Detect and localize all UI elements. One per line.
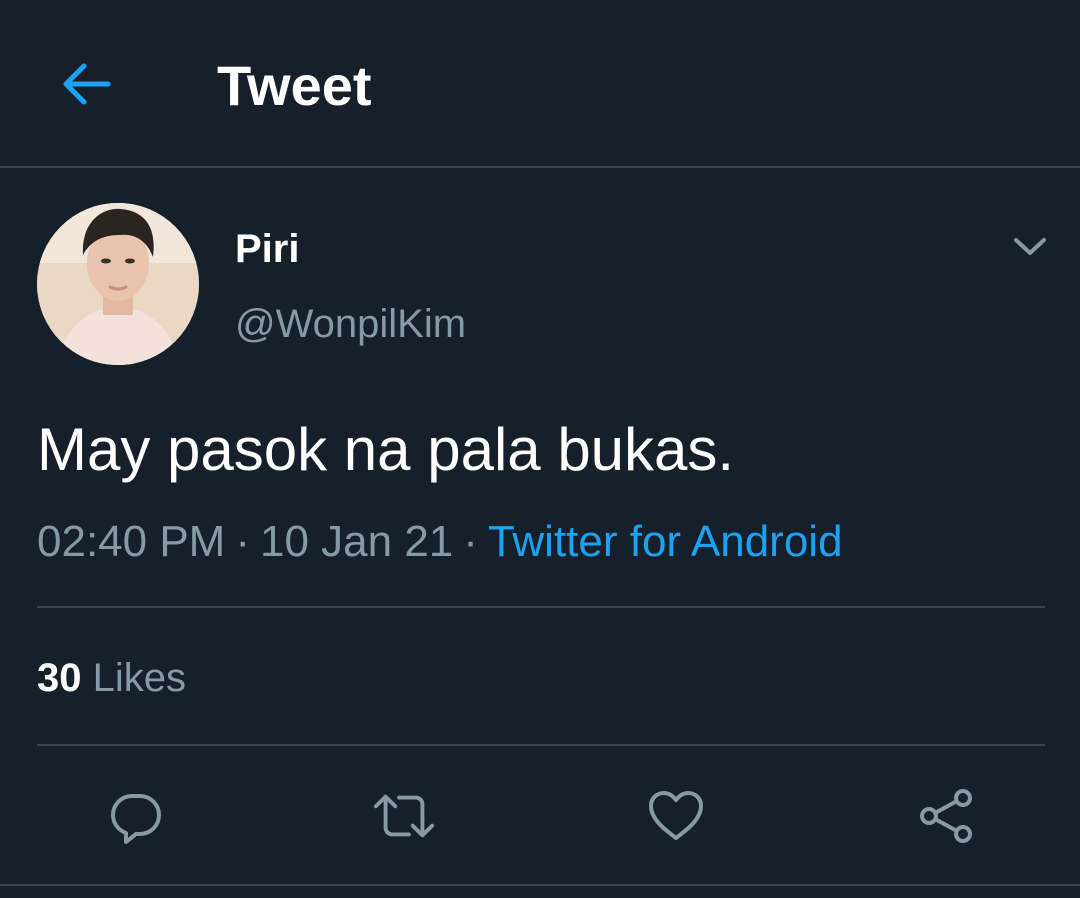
retweet-button[interactable] [372, 784, 436, 848]
tweet-detail-screen: Tweet Piri @WonpilKim May pasok na pala … [0, 0, 1080, 898]
avatar[interactable] [37, 203, 199, 365]
tweet-date: 10 Jan 21 [260, 517, 454, 566]
share-icon [920, 789, 972, 843]
tweet-source-link[interactable]: Twitter for Android [488, 517, 843, 566]
meta-separator: · [235, 517, 250, 566]
avatar-photo [37, 203, 199, 365]
reply-icon [111, 794, 161, 844]
back-button[interactable] [54, 56, 118, 112]
chevron-down-icon [1014, 238, 1046, 255]
share-button[interactable] [914, 784, 978, 848]
top-app-bar: Tweet [0, 0, 1080, 168]
divider [37, 606, 1045, 608]
user-handle[interactable]: @WonpilKim [235, 298, 466, 350]
more-options-button[interactable] [1002, 222, 1058, 272]
arrow-left-icon [63, 63, 111, 105]
like-button[interactable] [644, 784, 708, 848]
likes-label: Likes [92, 656, 187, 700]
tweet-time: 02:40 PM [37, 517, 226, 566]
display-name[interactable]: Piri [235, 223, 299, 275]
retweet-icon [373, 794, 435, 838]
tweet-metadata: 02:40 PM · 10 Jan 21 · Twitter for Android [37, 514, 843, 570]
likes-stat[interactable]: 30 Likes [37, 652, 186, 704]
meta-separator: · [463, 517, 478, 566]
heart-icon [649, 791, 703, 840]
likes-count: 30 [37, 656, 82, 700]
reply-button[interactable] [104, 784, 168, 848]
page-title: Tweet [217, 54, 372, 117]
divider [37, 744, 1045, 746]
divider [0, 884, 1080, 886]
tweet-text: May pasok na pala bukas. [37, 416, 735, 483]
